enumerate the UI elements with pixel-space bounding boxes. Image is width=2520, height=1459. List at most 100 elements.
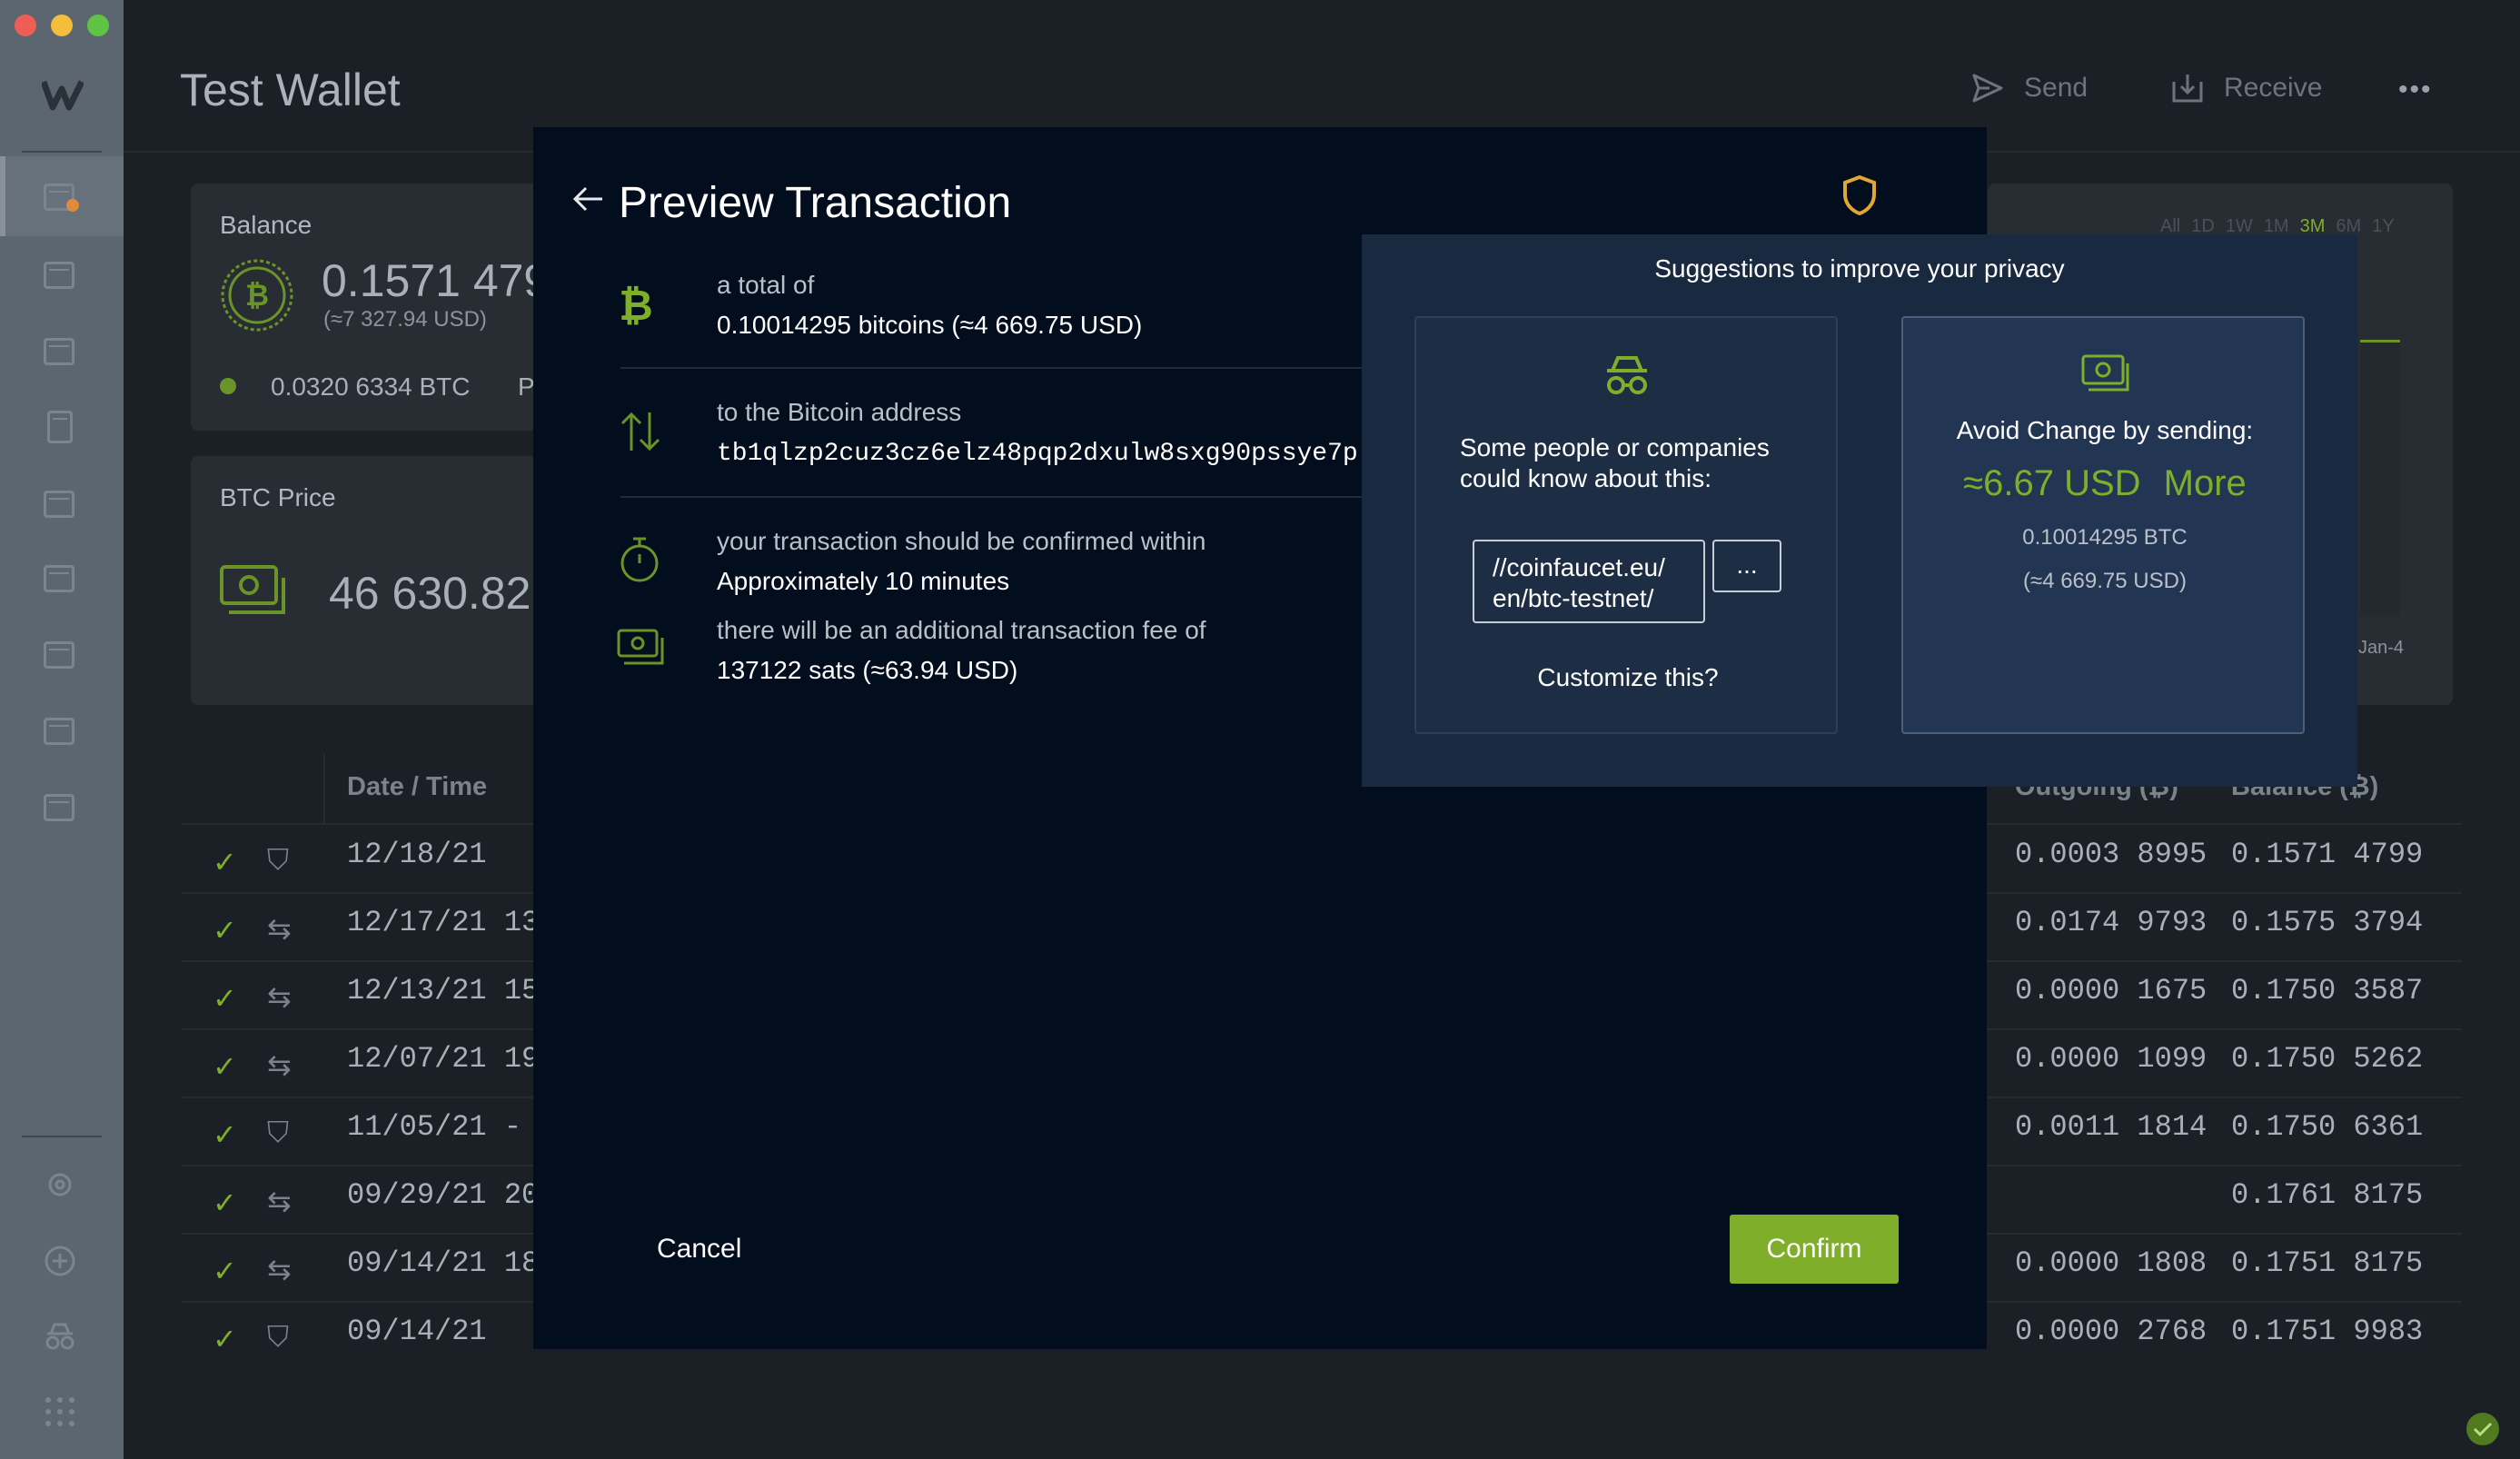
check-circle-icon (2466, 1413, 2499, 1445)
app-logo-icon (42, 80, 84, 111)
confirmed-check-icon: ✓ (213, 1050, 237, 1083)
confirmed-check-icon: ✓ (213, 1323, 237, 1355)
row-date: 12/17/21 13 (347, 906, 540, 939)
sub-balance: 0.0320 6334 BTC (271, 372, 471, 401)
confirmed-check-icon: ✓ (213, 1118, 237, 1151)
incognito-icon[interactable] (42, 1323, 78, 1350)
row-balance: 0.1571 4799 (2231, 838, 2424, 871)
confirmed-check-icon: ✓ (213, 846, 237, 878)
cash-icon (2081, 354, 2129, 392)
bitcoin-icon: ₿ (620, 283, 651, 329)
receive-button[interactable]: Receive (2171, 73, 2322, 104)
privacy-title: Suggestions to improve your privacy (1654, 254, 2065, 283)
fee-value: 137122 sats (≈63.94 USD) (717, 656, 1018, 684)
avoid-change-heading: Avoid Change by sending: (1956, 416, 2254, 444)
row-date: 12/18/21 (347, 838, 487, 871)
wallet-icon[interactable] (44, 565, 74, 592)
row-balance: 0.1751 9983 (2231, 1315, 2424, 1348)
row-outgoing: 0.0000 1099 (2015, 1042, 2207, 1076)
row-date: 12/07/21 19 (347, 1042, 540, 1076)
divider (620, 367, 1474, 369)
wallet-icon[interactable] (44, 338, 74, 365)
cash-icon (220, 565, 285, 614)
row-balance: 0.1761 8175 (2231, 1178, 2424, 1212)
wallet-icon[interactable] (44, 641, 74, 669)
balance-label: Balance (220, 211, 313, 239)
close-window-button[interactable] (15, 15, 36, 36)
row-balance: 0.1750 5262 (2231, 1042, 2424, 1076)
row-outgoing: 0.0174 9793 (2015, 906, 2207, 939)
confirmed-check-icon: ✓ (213, 914, 237, 947)
stopwatch-icon (620, 537, 659, 582)
btc-price-amount: 46 630.82 (329, 568, 531, 619)
plus-circle-icon[interactable] (44, 1245, 76, 1277)
row-outgoing: 0.0000 2768 (2015, 1315, 2207, 1348)
range-1y[interactable]: 1Y (2372, 216, 2394, 237)
recipient-url-box[interactable]: //coinfaucet.eu/ en/btc-testnet/ (1473, 540, 1705, 623)
address-value: tb1qlzp2cuz3cz6elz48pqp2dxulw8sxg90pssye… (717, 440, 1358, 468)
customize-link[interactable]: Customize this? (1416, 663, 1840, 692)
wallet-icon[interactable] (44, 491, 74, 518)
confirm-button[interactable]: Confirm (1730, 1215, 1899, 1284)
shield-icon: ⛉ (267, 843, 290, 876)
more-link[interactable]: More (2164, 463, 2247, 503)
incognito-icon (1607, 356, 1647, 394)
column-divider (323, 754, 325, 823)
address-label: to the Bitcoin address (717, 398, 962, 426)
balance-amount: 0.1571 479 (322, 255, 550, 306)
window-title: Test Wallet (180, 65, 401, 115)
confirmed-check-icon: ✓ (213, 982, 237, 1015)
row-date: 09/14/21 (347, 1315, 487, 1348)
send-label: Send (2024, 73, 2088, 103)
sidebar (0, 0, 124, 1459)
shield-icon[interactable] (1841, 174, 1878, 216)
exposure-text: Some people or companies could know abou… (1460, 433, 1770, 492)
receive-label: Receive (2224, 73, 2323, 103)
wallet-icon[interactable] (44, 262, 74, 289)
avoid-change-amount: ≈6.67 USD (1963, 463, 2141, 503)
sidebar-divider (22, 1136, 102, 1137)
more-options-button[interactable]: ... (1712, 540, 1781, 592)
transfer-icon: ⇆ (267, 1253, 292, 1285)
row-date: 09/14/21 18 (347, 1246, 540, 1280)
transfer-icon: ⇆ (267, 1185, 292, 1217)
fee-label: there will be an additional transaction … (717, 616, 1206, 644)
transfer-icon: ⇆ (267, 1048, 292, 1081)
divider (620, 496, 1474, 498)
svg-text:₿: ₿ (620, 283, 651, 329)
row-balance: 0.1575 3794 (2231, 906, 2424, 939)
avoid-change-amount-line: ≈6.67 USD More (1903, 463, 2307, 504)
confirmation-time-value: Approximately 10 minutes (717, 567, 1010, 595)
back-arrow-icon[interactable] (571, 185, 604, 213)
shield-icon: ⛉ (267, 1116, 290, 1148)
wallet-icon[interactable] (44, 184, 79, 212)
chart-x-label: Jan-4 (2358, 638, 2405, 658)
gear-icon[interactable] (44, 1168, 76, 1201)
maximize-window-button[interactable] (87, 15, 109, 36)
chart-area (2360, 342, 2400, 615)
apps-grid-icon[interactable] (44, 1395, 76, 1428)
wallet-icon[interactable] (44, 794, 74, 821)
btc-price-card: BTC Price 46 630.82 (191, 456, 554, 705)
status-dot (220, 378, 236, 394)
avoid-change-btc: 0.10014295 BTC (2022, 525, 2188, 550)
total-label: a total of (717, 271, 815, 299)
more-menu-button[interactable]: ••• (2398, 74, 2433, 105)
row-balance: 0.1750 6361 (2231, 1110, 2424, 1144)
row-date: 09/29/21 20 (347, 1178, 540, 1212)
send-button[interactable]: Send (1971, 73, 2088, 104)
suggestion-card-avoid-change[interactable]: Avoid Change by sending: ≈6.67 USD More … (1901, 316, 2305, 734)
transfer-icon: ⇆ (267, 980, 292, 1013)
wallet-icon[interactable] (44, 718, 74, 745)
row-outgoing: 0.0011 1814 (2015, 1110, 2207, 1144)
suggestion-card-customize[interactable]: Some people or companies could know abou… (1414, 316, 1838, 734)
row-date: 11/05/21 - 1 (347, 1110, 557, 1144)
row-outgoing: 0.0000 1675 (2015, 974, 2207, 1007)
minimize-window-button[interactable] (51, 15, 73, 36)
sidebar-divider (22, 151, 102, 153)
balance-card: Balance ₿ 0.1571 479 (≈7 327.94 USD) 0.0… (191, 184, 554, 431)
cancel-button[interactable]: Cancel (657, 1234, 741, 1265)
cash-icon (617, 629, 664, 665)
calculator-icon[interactable] (47, 411, 73, 443)
date-column-header[interactable]: Date / Time (347, 772, 487, 802)
